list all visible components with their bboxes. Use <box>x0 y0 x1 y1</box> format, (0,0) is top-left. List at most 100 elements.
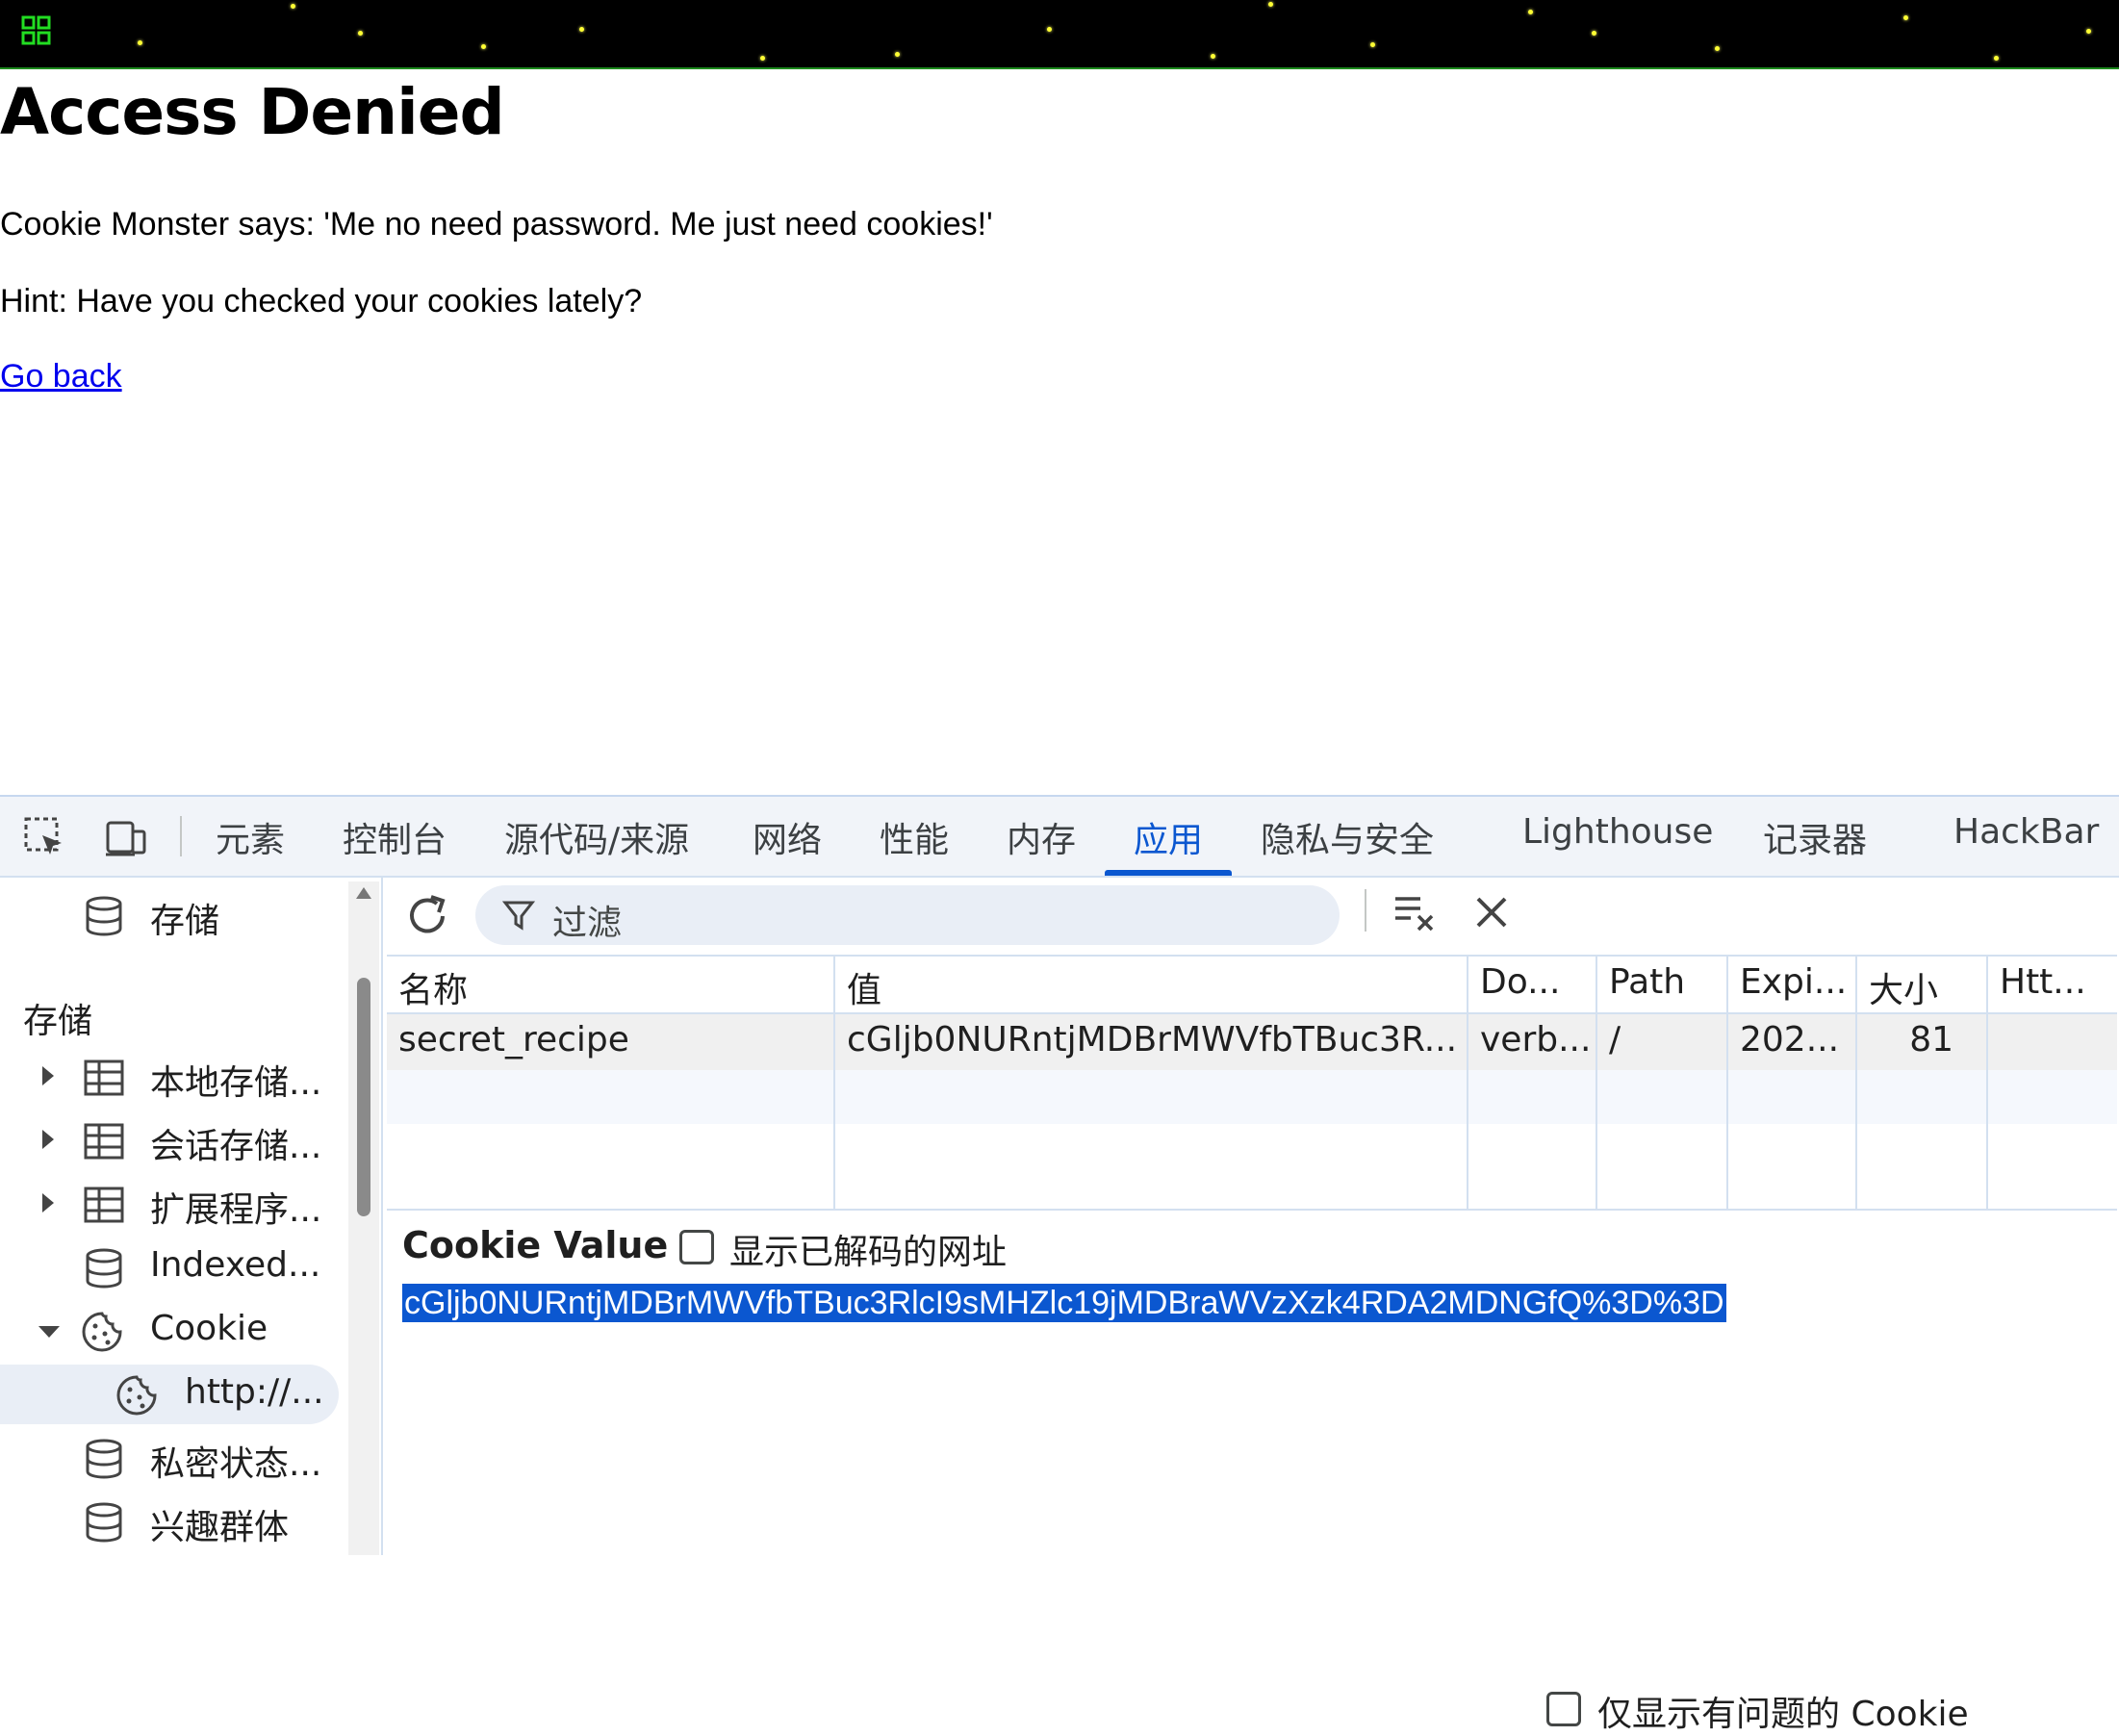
cell-domain: verb... <box>1480 1020 1592 1059</box>
cell-name: secret_recipe <box>398 1020 629 1059</box>
sidebar-scrollbar[interactable] <box>348 881 379 1555</box>
go-back-link[interactable]: Go back <box>0 358 122 396</box>
only-issues-checkbox[interactable] <box>1546 1692 1581 1726</box>
database-icon <box>86 1502 122 1543</box>
filter-input[interactable]: 过滤 <box>475 885 1340 945</box>
star <box>895 52 900 57</box>
column-divider <box>1986 957 1988 1209</box>
star <box>138 40 142 45</box>
database-icon <box>86 896 122 936</box>
sidebar-item-label: 扩展程序... <box>150 1190 322 1230</box>
star <box>291 4 295 9</box>
expand-arrow-icon[interactable] <box>42 1130 54 1149</box>
sidebar-item-label: 存储 <box>150 902 220 941</box>
sidebar-item-extension-storage[interactable]: 扩展程序... <box>0 1178 346 1232</box>
star <box>760 56 765 61</box>
filter-icon <box>502 901 535 931</box>
show-decoded-label: 显示已解码的网址 <box>729 1233 1008 1272</box>
tab-hackbar[interactable]: HackBar <box>1953 812 2099 852</box>
sidebar-item-cookie-origin[interactable]: http://... <box>0 1365 339 1424</box>
sidebar-item-cookies[interactable]: Cookie <box>0 1305 346 1359</box>
sidebar-item-storage-overview[interactable]: 存储 <box>0 889 346 943</box>
star <box>1370 42 1375 47</box>
star <box>1047 27 1052 32</box>
sidebar-item-local-storage[interactable]: 本地存储... <box>0 1051 346 1105</box>
star <box>2086 29 2091 34</box>
tab-network[interactable]: 网络 <box>753 812 822 862</box>
column-divider <box>1467 957 1468 1209</box>
tab-recorder[interactable]: 记录器 <box>1763 812 1867 862</box>
column-header-value[interactable]: 值 <box>847 962 881 1012</box>
column-header-size[interactable]: 大小 <box>1869 962 1938 1012</box>
toolbar-separator <box>180 816 182 856</box>
active-tab-indicator <box>1105 870 1232 876</box>
inspect-element-icon[interactable] <box>23 816 67 860</box>
sidebar-item-interest-groups[interactable]: 兴趣群体 <box>0 1495 346 1549</box>
column-header-name[interactable]: 名称 <box>398 962 468 1012</box>
sidebar-item-indexeddb[interactable]: Indexed... <box>0 1241 346 1295</box>
sidebar-item-label: 私密状态... <box>150 1444 322 1484</box>
tab-elements[interactable]: 元素 <box>216 812 285 862</box>
sidebar-item-label: Indexed... <box>150 1245 321 1285</box>
scroll-up-arrow-icon[interactable] <box>356 887 371 899</box>
collapse-arrow-icon[interactable] <box>38 1326 60 1338</box>
application-sidebar: 存储 存储 本地存储... 会话存储... 扩展程序... Indexed...… <box>0 878 380 1555</box>
show-decoded-checkbox[interactable] <box>679 1230 714 1264</box>
star <box>1592 31 1596 36</box>
devtools-tabbar: 元素 控制台 源代码/来源 网络 性能 内存 应用 隐私与安全 Lighthou… <box>0 797 2119 878</box>
column-header-expires[interactable]: Expi... <box>1740 962 1847 1002</box>
tab-performance[interactable]: 性能 <box>880 812 949 862</box>
tab-sources[interactable]: 源代码/来源 <box>504 812 689 862</box>
tab-application[interactable]: 应用 <box>1134 812 1203 862</box>
only-issues-label: 仅显示有问题的 Cookie <box>1597 1695 1969 1734</box>
refresh-icon[interactable] <box>402 891 452 941</box>
column-divider <box>1855 957 1857 1209</box>
column-header-httponly[interactable]: Htt... <box>2000 962 2086 1002</box>
sidebar-item-label: 本地存储... <box>150 1063 322 1103</box>
sidebar-item-label: 会话存储... <box>150 1127 322 1166</box>
cell-expires: 202... <box>1740 1020 1840 1059</box>
star <box>1903 15 1908 20</box>
tab-console[interactable]: 控制台 <box>343 812 447 862</box>
sidebar-item-label: 兴趣群体 <box>150 1508 290 1547</box>
tab-memory[interactable]: 内存 <box>1007 812 1076 862</box>
column-header-domain[interactable]: Do... <box>1480 962 1560 1002</box>
cell-value: cGljb0NURntjMDBrMWVfbTBuc3R... <box>847 1020 1458 1059</box>
cookie-monster-message: Cookie Monster says: 'Me no need passwor… <box>0 206 993 243</box>
devtools-panel: 元素 控制台 源代码/来源 网络 性能 内存 应用 隐私与安全 Lighthou… <box>0 795 2119 1734</box>
table-icon <box>84 1187 124 1223</box>
database-icon <box>86 1439 122 1479</box>
tab-lighthouse[interactable]: Lighthouse <box>1522 812 1713 852</box>
table-icon <box>84 1123 124 1160</box>
expand-arrow-icon[interactable] <box>42 1193 54 1213</box>
star <box>579 27 584 32</box>
section-header: 存储 <box>23 1002 93 1041</box>
sidebar-item-label: http://... <box>185 1372 324 1412</box>
sidebar-item-session-storage[interactable]: 会话存储... <box>0 1114 346 1168</box>
sidebar-item-private-state-tokens[interactable]: 私密状态... <box>0 1432 346 1486</box>
device-toolbar-icon[interactable] <box>104 816 148 860</box>
column-divider <box>1726 957 1728 1209</box>
expand-arrow-icon[interactable] <box>42 1066 54 1085</box>
cookie-value-text[interactable]: cGljb0NURntjMDBrMWVfbTBuc3RlcI9sMHZlc19j… <box>402 1284 1726 1322</box>
cookie-table: 名称 值 Do... Path Expi... 大小 Htt... secret… <box>387 955 2117 1211</box>
filter-placeholder: 过滤 <box>552 904 623 943</box>
column-divider <box>1596 957 1597 1209</box>
clear-all-icon[interactable] <box>1391 891 1438 937</box>
star <box>358 31 363 36</box>
page-title: Access Denied <box>0 75 505 149</box>
tab-privacy-security[interactable]: 隐私与安全 <box>1261 812 1434 862</box>
delete-selected-icon[interactable] <box>1472 893 1511 932</box>
column-header-path[interactable]: Path <box>1609 962 1685 1002</box>
star <box>1994 56 1999 61</box>
sidebar-item-label: Cookie <box>150 1309 268 1348</box>
sidebar-divider <box>381 878 383 1555</box>
star <box>1528 10 1533 14</box>
scrollbar-thumb[interactable] <box>357 978 370 1216</box>
database-icon <box>86 1248 122 1289</box>
toolbar-separator <box>1365 889 1366 932</box>
cookie-icon <box>82 1312 122 1352</box>
star <box>1268 2 1273 7</box>
table-icon <box>84 1059 124 1096</box>
grid-icon <box>21 15 51 45</box>
